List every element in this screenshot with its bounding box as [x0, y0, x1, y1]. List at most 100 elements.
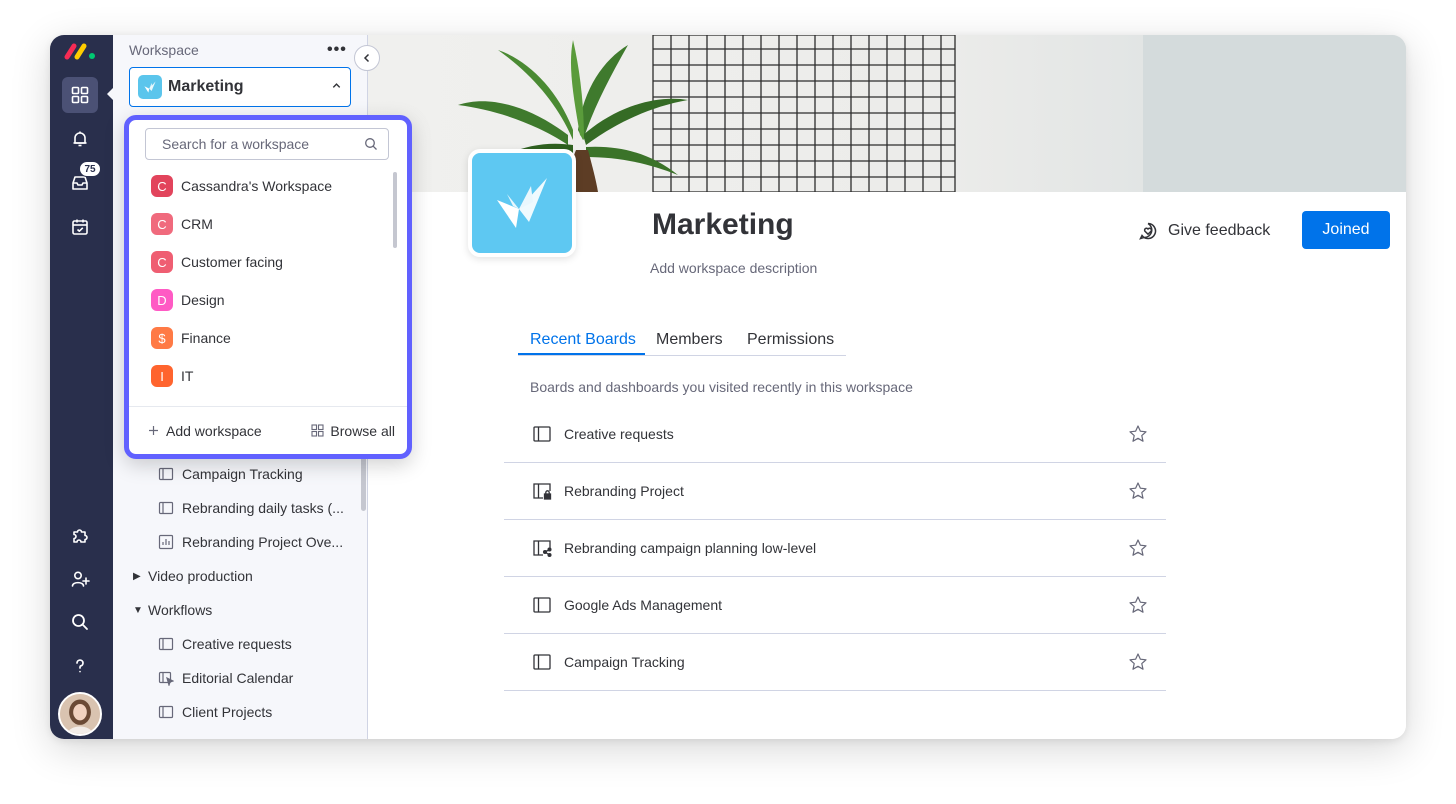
- grid-icon: [311, 424, 324, 437]
- workspace-option[interactable]: D Design: [151, 289, 225, 311]
- shareable-board-icon: [533, 540, 552, 558]
- board-name: Rebranding campaign planning low-level: [564, 540, 817, 556]
- left-rail: 75: [50, 35, 113, 739]
- more-options-icon[interactable]: •••: [327, 41, 347, 59]
- paper-crane-icon: [497, 178, 547, 228]
- notifications-button[interactable]: [62, 121, 98, 157]
- help-icon: [76, 659, 84, 673]
- board-name: Rebranding Project: [564, 483, 684, 499]
- joined-button[interactable]: Joined: [1302, 211, 1390, 249]
- browse-all-button[interactable]: Browse all: [311, 423, 395, 439]
- main-content: Marketing Add workspace description Give…: [368, 35, 1406, 739]
- monday-logo[interactable]: [64, 41, 98, 61]
- star-icon[interactable]: [1128, 595, 1148, 615]
- tree-item-board[interactable]: Rebranding daily tasks (...: [157, 497, 344, 519]
- recent-board-row[interactable]: Campaign Tracking: [504, 634, 1166, 691]
- workspace-dropdown: Search for a workspace C Cassandra's Wor…: [124, 115, 412, 459]
- star-icon[interactable]: [1128, 481, 1148, 501]
- board-name: Google Ads Management: [564, 597, 722, 613]
- tree-item-board[interactable]: Creative requests: [157, 633, 292, 655]
- workspace-search-input[interactable]: Search for a workspace: [145, 128, 389, 160]
- workspace-option-label: IT: [181, 368, 194, 384]
- board-icon: [533, 654, 551, 670]
- recent-board-row[interactable]: Rebranding Project: [504, 463, 1166, 520]
- recent-board-row[interactable]: Rebranding campaign planning low-level: [504, 520, 1166, 577]
- workspace-letter-avatar: C: [151, 175, 173, 197]
- apps-button[interactable]: [62, 517, 98, 553]
- tree-item-label: Creative requests: [182, 636, 292, 652]
- tree-folder-workflows[interactable]: ▼ Workflows: [133, 599, 212, 621]
- workspace-icon: [138, 75, 162, 99]
- recent-board-row[interactable]: Google Ads Management: [504, 577, 1166, 634]
- search-button[interactable]: [62, 604, 98, 640]
- board-icon: [157, 635, 175, 653]
- feedback-heart-icon: [1139, 222, 1157, 240]
- chevron-left-icon: [363, 53, 370, 63]
- add-user-icon: [71, 571, 90, 587]
- recent-board-row[interactable]: Creative requests: [504, 406, 1166, 463]
- dropdown-footer: Add workspace Browse all: [129, 406, 407, 454]
- star-icon[interactable]: [1128, 538, 1148, 558]
- tree-item-board[interactable]: Editorial Calendar: [157, 667, 293, 689]
- plus-icon: [149, 426, 158, 435]
- paper-crane-icon: [144, 81, 156, 93]
- board-cursor-icon: [157, 669, 175, 687]
- star-icon[interactable]: [1128, 424, 1148, 444]
- my-work-button[interactable]: [62, 209, 98, 245]
- search-placeholder: Search for a workspace: [162, 136, 310, 152]
- bell-icon: [73, 131, 87, 147]
- home-grid-button[interactable]: [62, 77, 98, 113]
- workspace-option[interactable]: I IT: [151, 365, 193, 387]
- workspace-selector[interactable]: Marketing: [129, 67, 351, 107]
- workspace-tabs: Recent Boards Members Permissions: [518, 331, 846, 356]
- tree-folder-video-production[interactable]: ▶ Video production: [133, 565, 253, 587]
- workspace-letter-avatar: I: [151, 365, 173, 387]
- workspace-letter-avatar: C: [151, 251, 173, 273]
- tree-item-label: Rebranding daily tasks (...: [182, 500, 344, 516]
- give-feedback-label: Give feedback: [1168, 222, 1271, 239]
- tree-item-dashboard[interactable]: Rebranding Project Ove...: [157, 531, 343, 553]
- sidebar-title: Workspace: [129, 42, 199, 58]
- tree-item-label: Client Projects: [182, 704, 273, 720]
- recent-boards-subtitle: Boards and dashboards you visited recent…: [530, 379, 913, 395]
- inbox-count-badge: 75: [79, 161, 101, 177]
- collapse-sidebar-button[interactable]: [354, 45, 380, 71]
- workspace-title[interactable]: Marketing: [652, 208, 794, 242]
- tab-members[interactable]: Members: [656, 331, 723, 355]
- chevron-up-icon: [331, 80, 342, 94]
- invite-members-button[interactable]: [62, 561, 98, 597]
- workspace-option[interactable]: C CRM: [151, 213, 213, 235]
- board-icon: [533, 597, 551, 613]
- tree-item-board[interactable]: Client Projects: [157, 701, 272, 723]
- workspace-option[interactable]: C Cassandra's Workspace: [151, 175, 332, 197]
- selected-workspace-name: Marketing: [168, 78, 244, 95]
- board-icon: [157, 499, 175, 517]
- caret-right-icon: ▶: [133, 570, 141, 582]
- workspace-option-label: CRM: [181, 216, 213, 232]
- star-icon[interactable]: [1128, 652, 1148, 672]
- tree-item-label: Editorial Calendar: [182, 670, 294, 686]
- dropdown-scrollbar[interactable]: [393, 172, 397, 248]
- search-icon: [72, 614, 88, 630]
- tab-permissions[interactable]: Permissions: [747, 331, 834, 355]
- workspace-letter-avatar: D: [151, 289, 173, 311]
- workspace-option[interactable]: $ Finance: [151, 327, 231, 349]
- tree-item-board[interactable]: Campaign Tracking: [157, 463, 303, 485]
- tree-folder-label: Video production: [148, 568, 253, 584]
- workspace-description[interactable]: Add workspace description: [650, 260, 817, 276]
- tree-folder-label: Workflows: [148, 602, 213, 618]
- give-feedback-button[interactable]: Give feedback: [1138, 219, 1270, 243]
- board-icon: [157, 465, 175, 483]
- workspace-letter-avatar: $: [151, 327, 173, 349]
- dashboard-icon: [157, 533, 175, 551]
- tab-recent-boards[interactable]: Recent Boards: [530, 331, 636, 355]
- tree-item-label: Campaign Tracking: [182, 466, 303, 482]
- user-avatar[interactable]: [58, 692, 102, 736]
- workspace-option-label: Design: [181, 292, 225, 308]
- workspace-option[interactable]: C Customer facing: [151, 251, 283, 273]
- workspace-logo[interactable]: [468, 149, 576, 257]
- workspace-option-label: Cassandra's Workspace: [181, 178, 333, 194]
- help-button[interactable]: [62, 648, 98, 684]
- browse-all-label: Browse all: [330, 422, 395, 439]
- add-workspace-button[interactable]: Add workspace: [147, 423, 262, 439]
